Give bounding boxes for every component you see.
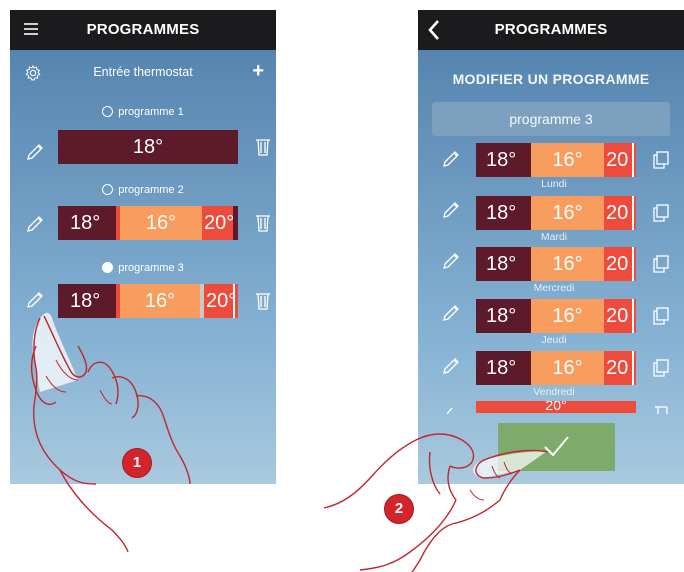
temp-segment: 20 xyxy=(604,143,632,177)
temp-segment: 16° xyxy=(531,247,604,281)
day-label: Vendredi xyxy=(533,386,575,398)
temp-segment: 16° xyxy=(531,196,604,230)
top-bar: PROGRAMMES xyxy=(10,10,276,50)
temp-segment: 20° xyxy=(476,401,636,413)
copy-icon[interactable] xyxy=(652,255,670,273)
day-bar[interactable]: 18° 16° 20 xyxy=(476,196,636,230)
pencil-icon[interactable] xyxy=(440,302,462,324)
thermostat-label: Entrée thermostat xyxy=(93,65,193,79)
copy-icon[interactable] xyxy=(652,151,670,169)
radio-unselected-icon[interactable] xyxy=(102,184,114,195)
program-3-name: programme 3 xyxy=(118,262,184,274)
program-2-bar[interactable]: 18° 16° 20° xyxy=(58,206,238,240)
trash-icon[interactable] xyxy=(254,137,272,157)
radio-selected-icon[interactable] xyxy=(102,262,114,273)
day-bar[interactable]: 18° 16° 20 xyxy=(476,247,636,281)
thermostat-header: Entrée thermostat + xyxy=(10,60,276,84)
screen-title: PROGRAMMES xyxy=(86,21,200,38)
copy-icon[interactable] xyxy=(652,204,670,222)
temp-segment: 20 xyxy=(604,299,632,333)
copy-icon[interactable] xyxy=(652,307,670,325)
confirm-button[interactable] xyxy=(498,423,615,471)
temp-segment: 20° xyxy=(204,284,233,318)
day-label: Jeudi xyxy=(541,334,567,346)
pencil-icon[interactable] xyxy=(446,407,454,414)
day-bar[interactable]: 18° 16° 20 xyxy=(476,299,636,333)
temp-segment: 16° xyxy=(120,284,200,318)
screen-title: PROGRAMMES xyxy=(494,21,608,38)
day-bar[interactable]: 20° xyxy=(476,401,636,413)
temp-segment: 20 xyxy=(604,247,632,281)
program-3-bar[interactable]: 18° 16° 20° xyxy=(58,284,238,318)
temp-segment: 20 xyxy=(604,351,632,385)
checkmark-icon xyxy=(544,436,569,457)
temp-segment: 16° xyxy=(531,351,604,385)
temp-segment: 20° xyxy=(202,206,233,240)
program-1-name: programme 1 xyxy=(118,106,184,118)
day-bar[interactable]: 18° 16° 20 xyxy=(476,143,636,177)
program-2-name: programme 2 xyxy=(118,184,184,196)
temp-segment: 20 xyxy=(604,196,632,230)
copy-icon[interactable] xyxy=(652,359,670,377)
step-2-callout: 2 xyxy=(384,494,414,524)
temp-segment: 18° xyxy=(476,143,531,177)
pencil-icon[interactable] xyxy=(24,289,46,311)
pencil-icon[interactable] xyxy=(440,199,462,221)
temp-segment: 16° xyxy=(531,143,604,177)
pencil-icon[interactable] xyxy=(24,213,46,235)
day-bar[interactable]: 18° 16° 20 xyxy=(476,351,636,385)
program-1-header[interactable]: programme 1 xyxy=(10,106,276,118)
program-name-field[interactable]: programme 3 xyxy=(432,102,670,136)
plus-icon[interactable]: + xyxy=(252,60,264,83)
step-1-callout: 1 xyxy=(122,448,152,478)
day-label: Lundi xyxy=(541,178,567,190)
pencil-icon[interactable] xyxy=(440,148,462,170)
modify-program-screen: PROGRAMMES MODIFIER UN PROGRAMME program… xyxy=(418,10,684,484)
top-bar: PROGRAMMES xyxy=(418,10,684,50)
trash-icon[interactable] xyxy=(254,213,272,233)
program-1-bar[interactable]: 18° xyxy=(58,130,238,164)
trash-icon[interactable] xyxy=(254,291,272,311)
temp-segment: 18° xyxy=(476,196,531,230)
temp-segment: 18° xyxy=(58,206,116,240)
radio-unselected-icon[interactable] xyxy=(102,106,114,117)
day-label: Mercredi xyxy=(533,282,575,294)
pencil-icon[interactable] xyxy=(440,250,462,272)
program-2-header[interactable]: programme 2 xyxy=(10,184,276,196)
day-label: Mardi xyxy=(540,231,568,243)
pencil-icon[interactable] xyxy=(440,355,462,377)
program-3-header[interactable]: programme 3 xyxy=(10,262,276,274)
programmes-screen: PROGRAMMES Entrée thermostat + programme… xyxy=(10,10,276,484)
copy-icon[interactable] xyxy=(654,406,668,414)
temp-segment: 16° xyxy=(531,299,604,333)
temp-segment: 18° xyxy=(476,299,531,333)
modify-program-heading: MODIFIER UN PROGRAMME xyxy=(452,71,650,87)
pencil-icon[interactable] xyxy=(24,141,46,163)
temp-segment: 18° xyxy=(58,130,238,164)
temp-segment: 18° xyxy=(58,284,116,318)
temp-segment: 18° xyxy=(476,247,531,281)
temp-segment: 18° xyxy=(476,351,531,385)
temp-segment: 16° xyxy=(120,206,202,240)
